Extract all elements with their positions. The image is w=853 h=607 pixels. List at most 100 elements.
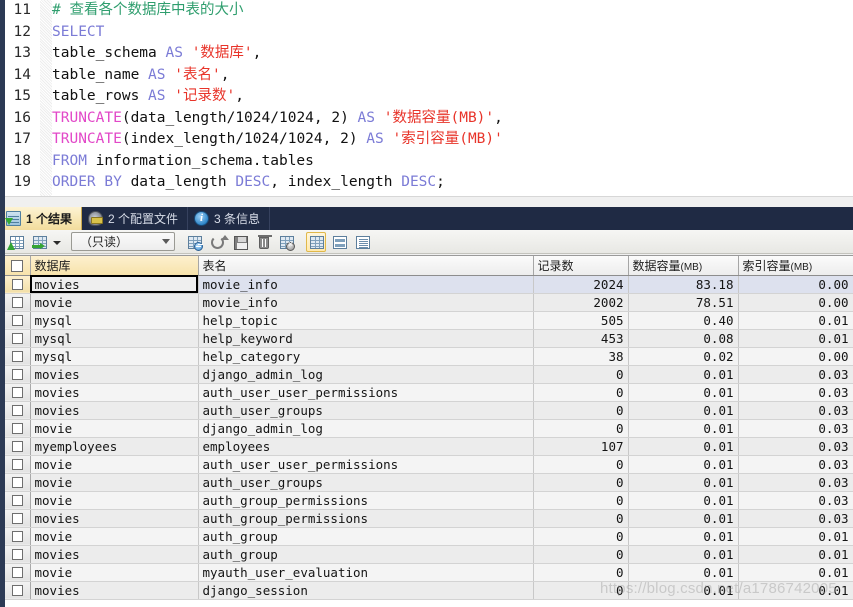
- cell-rows[interactable]: 0: [533, 473, 629, 492]
- cell-data[interactable]: 83.18: [628, 275, 739, 294]
- cell-tbl[interactable]: movie_info: [198, 293, 534, 312]
- cell-data[interactable]: 0.01: [628, 365, 739, 384]
- result-tab-2[interactable]: 2 个配置文件: [82, 207, 189, 230]
- cell-idx[interactable]: 0.03: [738, 437, 853, 456]
- table-row[interactable]: movie movie_info 2002 78.51 0.00: [5, 293, 853, 312]
- cell-rows[interactable]: 0: [533, 491, 629, 510]
- result-tab-3[interactable]: 3 条信息: [188, 207, 271, 230]
- table-row[interactable]: movie myauth_user_evaluation 0 0.01 0.01: [5, 563, 853, 582]
- row-checkbox[interactable]: [11, 531, 23, 542]
- grid-header-idx[interactable]: 索引容量(MB): [738, 256, 853, 276]
- cell-data[interactable]: 0.02: [628, 347, 739, 366]
- cell-tbl[interactable]: auth_group_permissions: [198, 509, 534, 528]
- new-record-button[interactable]: [6, 232, 26, 252]
- cell-data[interactable]: 0.01: [628, 509, 739, 528]
- cell-idx[interactable]: 0.01: [738, 563, 853, 582]
- row-select-cell[interactable]: [5, 491, 31, 510]
- row-select-cell[interactable]: [5, 365, 31, 384]
- table-row[interactable]: movies django_session 0 0.01 0.01: [5, 581, 853, 600]
- cell-db[interactable]: movie: [30, 491, 199, 510]
- row-checkbox[interactable]: [11, 459, 23, 470]
- cell-data[interactable]: 0.01: [628, 455, 739, 474]
- cell-rows[interactable]: 505: [533, 311, 629, 330]
- table-row[interactable]: mysql help_topic 505 0.40 0.01: [5, 311, 853, 330]
- cell-data[interactable]: 0.01: [628, 383, 739, 402]
- row-select-cell[interactable]: [5, 527, 31, 546]
- cell-tbl[interactable]: myauth_user_evaluation: [198, 563, 534, 582]
- cell-tbl[interactable]: auth_user_groups: [198, 401, 534, 420]
- row-select-cell[interactable]: [5, 419, 31, 438]
- cell-db[interactable]: movie: [30, 563, 199, 582]
- cell-tbl[interactable]: help_category: [198, 347, 534, 366]
- result-grid-container[interactable]: 数据库 表名 记录数 数据容量(MB) 索引容量(MB) movies movie_inf…: [5, 255, 853, 607]
- add-row-button[interactable]: [184, 232, 204, 252]
- row-checkbox[interactable]: [11, 585, 23, 596]
- cell-rows[interactable]: 0: [533, 365, 629, 384]
- grid-header-rows[interactable]: 记录数: [533, 256, 629, 276]
- cell-data[interactable]: 0.01: [628, 563, 739, 582]
- cell-data[interactable]: 0.01: [628, 545, 739, 564]
- cell-data[interactable]: 0.40: [628, 311, 739, 330]
- table-row[interactable]: movie auth_group_permissions 0 0.01 0.03: [5, 491, 853, 510]
- code-line[interactable]: 15 table_rows AS '记录数',: [0, 86, 853, 108]
- table-row[interactable]: movie auth_group 0 0.01 0.01: [5, 527, 853, 546]
- row-select-cell[interactable]: [5, 275, 31, 294]
- row-checkbox[interactable]: [11, 549, 23, 560]
- row-checkbox[interactable]: [11, 315, 23, 326]
- cell-idx[interactable]: 0.03: [738, 491, 853, 510]
- cell-tbl[interactable]: auth_user_user_permissions: [198, 383, 534, 402]
- cell-idx[interactable]: 0.01: [738, 545, 853, 564]
- cell-tbl[interactable]: auth_group: [198, 527, 534, 546]
- cell-idx[interactable]: 0.01: [738, 329, 853, 348]
- row-select-cell[interactable]: [5, 329, 31, 348]
- refresh-button[interactable]: [207, 232, 229, 252]
- cell-idx[interactable]: 0.00: [738, 347, 853, 366]
- row-select-cell[interactable]: [5, 473, 31, 492]
- row-checkbox[interactable]: [11, 369, 23, 380]
- cell-db[interactable]: movies: [30, 545, 199, 564]
- row-checkbox[interactable]: [11, 567, 23, 578]
- chevron-down-icon[interactable]: [52, 232, 62, 252]
- cell-rows[interactable]: 0: [533, 563, 629, 582]
- cell-data[interactable]: 0.01: [628, 473, 739, 492]
- cell-rows[interactable]: 2002: [533, 293, 629, 312]
- row-select-cell[interactable]: [5, 455, 31, 474]
- row-checkbox[interactable]: [11, 333, 23, 344]
- cell-rows[interactable]: 0: [533, 581, 629, 600]
- cell-db[interactable]: myemployees: [30, 437, 199, 456]
- cell-rows[interactable]: 0: [533, 419, 629, 438]
- cell-tbl[interactable]: movie_info: [198, 275, 534, 294]
- cell-idx[interactable]: 0.03: [738, 365, 853, 384]
- table-row[interactable]: movie django_admin_log 0 0.01 0.03: [5, 419, 853, 438]
- cell-data[interactable]: 0.01: [628, 437, 739, 456]
- save-button[interactable]: [230, 232, 250, 252]
- row-select-cell[interactable]: [5, 383, 31, 402]
- cell-db[interactable]: movies: [30, 365, 199, 384]
- text-view-button[interactable]: [352, 232, 372, 252]
- code-line[interactable]: 17 TRUNCATE(index_length/1024/1024, 2) AS…: [0, 129, 853, 151]
- cell-idx[interactable]: 0.03: [738, 509, 853, 528]
- row-checkbox[interactable]: [11, 423, 23, 434]
- table-row[interactable]: movies movie_info 2024 83.18 0.00: [5, 275, 853, 294]
- table-row[interactable]: movies django_admin_log 0 0.01 0.03: [5, 365, 853, 384]
- cell-tbl[interactable]: auth_group: [198, 545, 534, 564]
- row-checkbox[interactable]: [11, 279, 23, 290]
- row-select-cell[interactable]: [5, 293, 31, 312]
- cell-db[interactable]: movie: [30, 419, 199, 438]
- cell-rows[interactable]: 38: [533, 347, 629, 366]
- row-checkbox[interactable]: [11, 477, 23, 488]
- cell-idx[interactable]: 0.03: [738, 401, 853, 420]
- cell-tbl[interactable]: django_session: [198, 581, 534, 600]
- cell-rows[interactable]: 0: [533, 383, 629, 402]
- row-select-cell[interactable]: [5, 563, 31, 582]
- cell-db[interactable]: movies: [30, 581, 199, 600]
- remove-row-button[interactable]: [276, 232, 296, 252]
- result-grid[interactable]: 数据库 表名 记录数 数据容量(MB) 索引容量(MB) movies movie_inf…: [5, 256, 853, 600]
- cell-tbl[interactable]: auth_group_permissions: [198, 491, 534, 510]
- cell-db[interactable]: movies: [30, 275, 199, 294]
- form-view-button[interactable]: [329, 232, 349, 252]
- grid-header-data[interactable]: 数据容量(MB): [628, 256, 739, 276]
- sql-code-area[interactable]: 11 # 查看各个数据库中表的大小 12 SELECT 13 table_schema A…: [0, 0, 853, 194]
- cell-db[interactable]: movie: [30, 455, 199, 474]
- cell-rows[interactable]: 0: [533, 545, 629, 564]
